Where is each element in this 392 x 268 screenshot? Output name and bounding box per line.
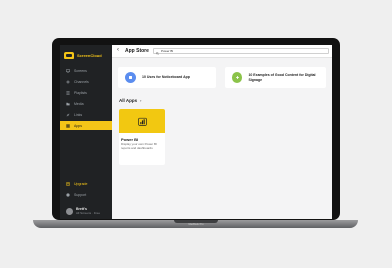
featured-title: 10 Uses for Noticeboard App (142, 75, 190, 80)
sidebar-item-links[interactable]: Links (60, 110, 112, 119)
laptop-model-label: MacBook Pro (188, 223, 204, 226)
plus-icon (66, 79, 70, 84)
user-info: Brett's All Screens · Free (76, 207, 100, 215)
sidebar-item-playlists[interactable]: Playlists (60, 88, 112, 97)
featured-card[interactable]: 10 Uses for Noticeboard App (118, 67, 216, 88)
noticeboard-icon (125, 72, 136, 83)
page-title: App Store (125, 48, 149, 54)
monitor-icon (66, 68, 70, 73)
sidebar-item-label: Media (74, 101, 84, 106)
top-bar: ‹ App Store (112, 45, 332, 58)
brand-name: ScreenCloud (77, 52, 102, 58)
sidebar: ScreenCloud Screens Channels Playlists M… (60, 45, 112, 219)
back-arrow-icon[interactable]: ‹ (117, 47, 119, 53)
search-icon (156, 45, 159, 60)
power-bi-icon (137, 117, 147, 126)
list-icon (66, 91, 70, 95)
folder-icon (66, 102, 70, 106)
sidebar-nav: Screens Channels Playlists Media Links A… (60, 66, 112, 132)
avatar (66, 207, 73, 215)
featured-card[interactable]: 10 Examples of Good Content for Digital … (225, 67, 326, 88)
section-all-apps[interactable]: All Apps › (119, 98, 141, 103)
sidebar-item-media[interactable]: Media (60, 99, 112, 108)
search-bar[interactable] (153, 48, 329, 55)
grid-icon (66, 123, 70, 128)
sidebar-item-label: Links (74, 112, 83, 117)
sidebar-bottom: Upgrade Support (60, 179, 112, 201)
sidebar-item-label: Screens (74, 68, 87, 73)
brand[interactable]: ScreenCloud (64, 50, 102, 60)
link-icon (66, 113, 70, 117)
sidebar-item-support[interactable]: Support (60, 190, 112, 199)
screencloud-logo-icon (64, 51, 74, 59)
sidebar-item-label: Playlists (74, 90, 87, 95)
sidebar-item-label: Support (74, 192, 87, 197)
sidebar-item-screens[interactable]: Screens (60, 66, 112, 75)
sidebar-item-apps[interactable]: Apps (60, 121, 112, 130)
sidebar-item-label: Apps (74, 123, 82, 128)
user-menu[interactable]: Brett's All Screens · Free (66, 207, 100, 215)
app-banner (119, 109, 165, 133)
help-icon (66, 192, 70, 197)
sidebar-item-label: Upgrade (74, 181, 88, 186)
app-card-power-bi[interactable]: Power BI Display your own Power BI repor… (119, 109, 165, 165)
content-icon (232, 72, 243, 83)
chevron-right-icon: › (140, 98, 142, 103)
sidebar-item-channels[interactable]: Channels (60, 77, 112, 86)
app-screen: ScreenCloud Screens Channels Playlists M… (60, 45, 332, 219)
search-input[interactable] (161, 48, 321, 54)
section-title: All Apps (119, 98, 138, 103)
featured-title: 10 Examples of Good Content for Digital … (248, 73, 316, 82)
app-description: Display your own Power BI reports and da… (121, 142, 157, 150)
main-content: ‹ App Store 10 Uses for Noticeboard App … (112, 45, 332, 219)
sidebar-item-upgrade[interactable]: Upgrade (60, 179, 112, 188)
upgrade-icon (66, 181, 70, 186)
sidebar-item-label: Channels (74, 79, 89, 84)
user-subtitle: All Screens · Free (76, 211, 101, 215)
